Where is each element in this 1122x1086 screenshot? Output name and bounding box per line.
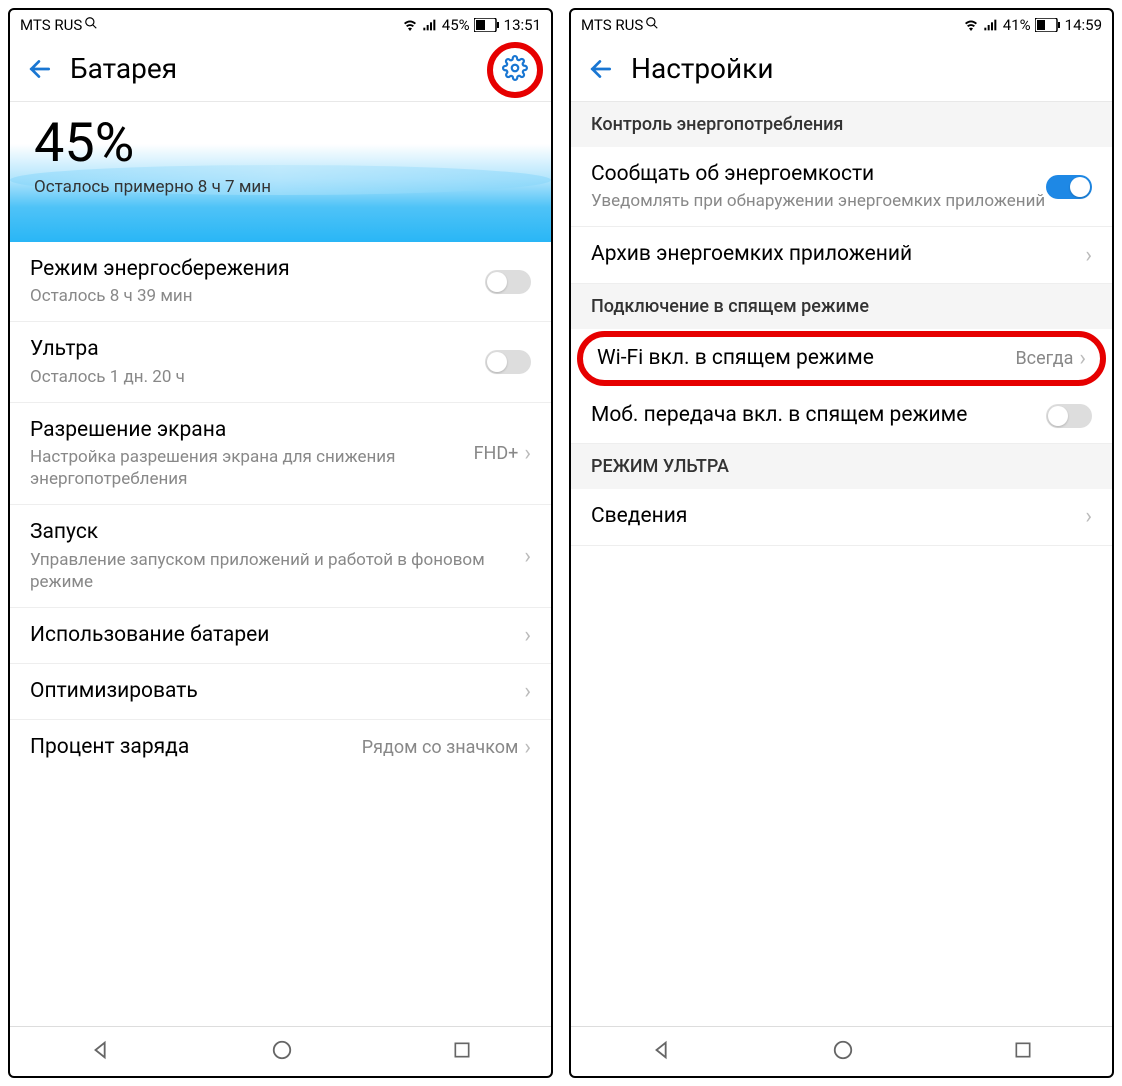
status-bar: MTS RUS 45% 13:51 bbox=[10, 10, 551, 40]
nav-bar bbox=[571, 1026, 1112, 1076]
row-archive[interactable]: Архив энергоемких приложений › bbox=[571, 227, 1112, 283]
battery-icon bbox=[474, 18, 500, 32]
toggle-notify-power[interactable] bbox=[1046, 175, 1092, 199]
clock: 13:51 bbox=[504, 16, 541, 34]
row-title: Ультра bbox=[30, 336, 485, 363]
row-optimize[interactable]: Оптимизировать › bbox=[10, 664, 551, 720]
percent-display-value: Рядом со значком bbox=[362, 737, 519, 758]
search-icon bbox=[645, 16, 659, 34]
nav-recent-icon[interactable] bbox=[1013, 1040, 1033, 1064]
row-title: Запуск bbox=[30, 519, 524, 546]
section-sleep-connection: Подключение в спящем режиме bbox=[571, 284, 1112, 329]
row-wifi-sleep[interactable]: Wi-Fi вкл. в спящем режиме Всегда › bbox=[577, 331, 1106, 386]
toggle-ultra[interactable] bbox=[485, 350, 531, 374]
row-title: Сведения bbox=[591, 503, 1085, 530]
chevron-icon: › bbox=[1085, 243, 1092, 268]
row-title: Моб. передача вкл. в спящем режиме bbox=[591, 402, 1046, 429]
settings-list: Режим энергосбережения Осталось 8 ч 39 м… bbox=[10, 242, 551, 1026]
carrier-label: MTS RUS bbox=[581, 16, 643, 34]
resolution-value: FHD+ bbox=[474, 443, 519, 464]
clock: 14:59 bbox=[1065, 16, 1102, 34]
row-resolution[interactable]: Разрешение экрана Настройка разрешения э… bbox=[10, 403, 551, 505]
row-ultra[interactable]: Ультра Осталось 1 дн. 20 ч bbox=[10, 322, 551, 402]
row-title: Оптимизировать bbox=[30, 678, 524, 705]
search-icon bbox=[84, 16, 98, 34]
chevron-icon: › bbox=[524, 735, 531, 760]
chevron-icon: › bbox=[524, 679, 531, 704]
signal-icon bbox=[422, 17, 438, 33]
chevron-icon: › bbox=[1079, 346, 1086, 371]
section-power-control: Контроль энергопотребления bbox=[571, 102, 1112, 147]
toggle-power-save[interactable] bbox=[485, 270, 531, 294]
row-title: Процент заряда bbox=[30, 734, 362, 761]
row-title: Сообщать об энергоемкости bbox=[591, 161, 1046, 188]
chevron-icon: › bbox=[1085, 504, 1092, 529]
row-title: Wi-Fi вкл. в спящем режиме bbox=[597, 345, 1015, 372]
row-title: Разрешение экрана bbox=[30, 417, 474, 444]
phone-battery-screen: MTS RUS 45% 13:51 Батарея bbox=[8, 8, 553, 1078]
chevron-icon: › bbox=[524, 623, 531, 648]
battery-percent-text: 45% bbox=[442, 16, 470, 34]
status-bar: MTS RUS 41% 14:59 bbox=[571, 10, 1112, 40]
back-icon[interactable] bbox=[587, 55, 615, 83]
nav-back-icon[interactable] bbox=[651, 1039, 673, 1065]
header-bar: Батарея bbox=[10, 40, 551, 102]
row-info[interactable]: Сведения › bbox=[571, 489, 1112, 545]
nav-home-icon[interactable] bbox=[832, 1039, 854, 1065]
battery-percent-text: 41% bbox=[1003, 16, 1031, 34]
page-title: Батарея bbox=[70, 52, 177, 85]
wifi-icon bbox=[402, 17, 418, 33]
row-title: Использование батареи bbox=[30, 622, 524, 649]
toggle-mobile-sleep[interactable] bbox=[1046, 404, 1092, 428]
row-launch[interactable]: Запуск Управление запуском приложений и … bbox=[10, 505, 551, 607]
carrier-label: MTS RUS bbox=[20, 16, 82, 34]
back-icon[interactable] bbox=[26, 55, 54, 83]
nav-recent-icon[interactable] bbox=[452, 1040, 472, 1064]
row-usage[interactable]: Использование батареи › bbox=[10, 608, 551, 664]
row-title: Архив энергоемких приложений bbox=[591, 241, 1085, 268]
battery-remaining: Осталось примерно 8 ч 7 мин bbox=[34, 177, 527, 197]
row-sub: Осталось 1 дн. 20 ч bbox=[30, 366, 485, 388]
row-percent-display[interactable]: Процент заряда Рядом со значком › bbox=[10, 720, 551, 775]
chevron-icon: › bbox=[524, 441, 531, 466]
row-sub: Настройка разрешения экрана для снижения… bbox=[30, 446, 474, 490]
row-sub: Уведомлять при обнаружении энергоемких п… bbox=[591, 190, 1046, 212]
row-sub: Осталось 8 ч 39 мин bbox=[30, 285, 485, 307]
nav-home-icon[interactable] bbox=[271, 1039, 293, 1065]
row-mobile-sleep[interactable]: Моб. передача вкл. в спящем режиме bbox=[571, 388, 1112, 444]
highlight-circle bbox=[487, 42, 543, 98]
battery-level: 45% bbox=[34, 112, 527, 175]
nav-bar bbox=[10, 1026, 551, 1076]
row-power-save[interactable]: Режим энергосбережения Осталось 8 ч 39 м… bbox=[10, 242, 551, 322]
chevron-icon: › bbox=[524, 544, 531, 569]
section-ultra-mode: РЕЖИМ УЛЬТРА bbox=[571, 444, 1112, 489]
row-notify-power[interactable]: Сообщать об энергоемкости Уведомлять при… bbox=[571, 147, 1112, 227]
header-bar: Настройки bbox=[571, 40, 1112, 102]
wifi-sleep-value: Всегда bbox=[1015, 348, 1073, 369]
battery-hero: 45% Осталось примерно 8 ч 7 мин bbox=[10, 102, 551, 242]
phone-settings-screen: MTS RUS 41% 14:59 Настройки Контроль эне… bbox=[569, 8, 1114, 1078]
gear-icon[interactable] bbox=[502, 55, 528, 85]
wifi-icon bbox=[963, 17, 979, 33]
nav-back-icon[interactable] bbox=[90, 1039, 112, 1065]
page-title: Настройки bbox=[631, 52, 773, 85]
row-sub: Управление запуском приложений и работой… bbox=[30, 549, 524, 593]
row-title: Режим энергосбережения bbox=[30, 256, 485, 283]
battery-icon bbox=[1035, 18, 1061, 32]
signal-icon bbox=[983, 17, 999, 33]
settings-list: Контроль энергопотребления Сообщать об э… bbox=[571, 102, 1112, 1026]
